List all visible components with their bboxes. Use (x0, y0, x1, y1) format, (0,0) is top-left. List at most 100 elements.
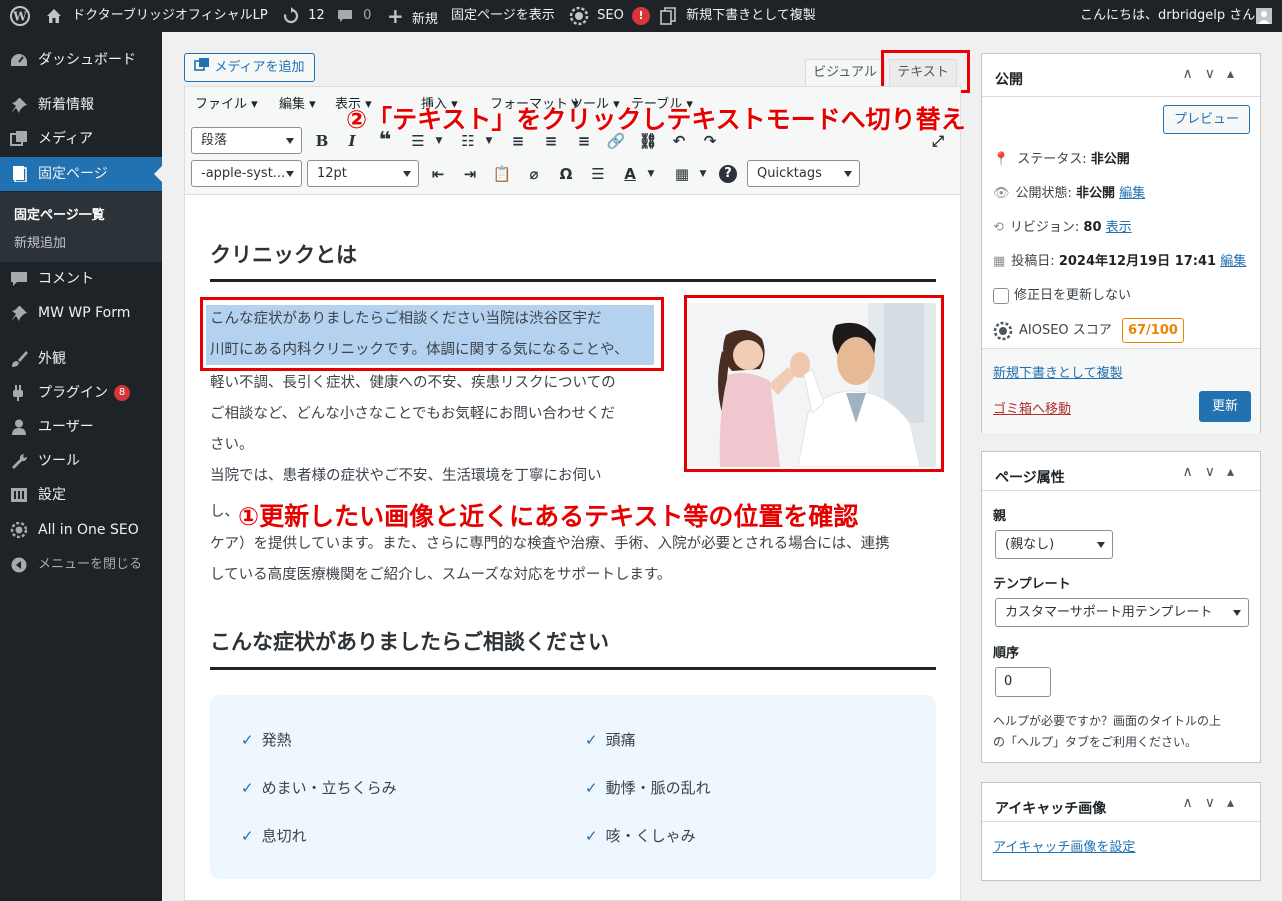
history-icon: ⟲ (993, 220, 1004, 235)
featured-image-panel: アイキャッチ画像 ∧∨▴ アイキャッチ画像を設定 (981, 782, 1261, 881)
status-row: 📍 ステータス: 非公開 (993, 152, 1130, 167)
para-line-8: ケア）を提供しています。また、さらに専門的な検査や治療、手術、入院が必要とされる… (210, 536, 890, 552)
sidebar-item-news[interactable]: 新着情報 (0, 88, 162, 122)
aioseo-icon (993, 321, 1013, 340)
submenu-add-new[interactable]: 新規追加 (14, 232, 66, 251)
menu-file[interactable]: ファイル ▾ (195, 93, 258, 112)
panel-controls-icon[interactable]: ∧∨▴ (1182, 66, 1246, 82)
sidebar-item-tools[interactable]: ツール (0, 444, 162, 478)
order-label: 順序 (993, 646, 1020, 661)
indent-icon[interactable]: ⇥ (460, 164, 480, 184)
user-greeting[interactable]: こんにちは、drbridgelp さん (1080, 0, 1255, 32)
site-name-link[interactable]: ドクターブリッジオフィシャルLP (46, 0, 268, 32)
para-line-4: ご相談など、どんな小さなことでもお気軽にお問い合わせくだ (210, 406, 615, 422)
avatar[interactable] (1256, 8, 1272, 24)
sidebar-item-pages[interactable]: 固定ページ (0, 157, 162, 191)
admin-sidebar: ダッシュボード 新着情報 メディア 固定ページ 固定ページ一覧 新規追加 コメン… (0, 32, 162, 901)
parent-label: 親 (993, 509, 1007, 524)
sidebar-item-media[interactable]: メディア (0, 122, 162, 156)
brush-icon (12, 351, 28, 367)
font-family-select[interactable]: -apple-syst... (191, 160, 302, 187)
page-attributes-panel: ページ属性 ∧∨▴ 親 (親なし) テンプレート カスタマーサポート用テンプレー… (981, 451, 1261, 763)
seo-alert-badge: ! (631, 6, 650, 25)
special-char-icon[interactable]: Ω (556, 164, 576, 184)
text-color-icon[interactable]: A (620, 164, 640, 184)
publish-panel: 公開 ∧∨▴ プレビュー 📍 ステータス: 非公開 👁 公開状態: 非公開 編集 ⟲… (981, 53, 1261, 433)
date-edit-link[interactable]: 編集 (1220, 254, 1246, 269)
sidebar-item-mw-wp-form[interactable]: MW WP Form (0, 296, 162, 330)
symptom-item: ✓ 咳・くしゃみ (585, 827, 696, 845)
check-icon: ✓ (585, 827, 598, 845)
text-color-dropdown-icon[interactable]: ▼ (641, 164, 661, 184)
help-icon[interactable]: ? (719, 165, 737, 183)
sidebar-item-settings[interactable]: 設定 (0, 478, 162, 512)
quicktags-select[interactable]: Quicktags (747, 160, 860, 187)
admin-bar: W ドクターブリッジオフィシャルLP 12 0 + 新規 固定ページを表示 SE… (0, 0, 1282, 32)
image-highlight (684, 295, 944, 472)
menu-edit[interactable]: 編集 ▾ (279, 93, 316, 112)
attributes-title: ページ属性 (995, 470, 1065, 486)
clear-format-icon[interactable]: ⌀ (524, 164, 544, 184)
para-line-7: し、 (210, 504, 239, 520)
svg-text:W: W (12, 9, 27, 23)
font-size-select[interactable]: 12pt (307, 160, 419, 187)
table-icon[interactable]: ▦ (672, 164, 692, 184)
parent-select[interactable]: (親なし) (995, 530, 1113, 559)
aioseo-score-badge[interactable]: 67/100 (1121, 318, 1184, 343)
tab-visual[interactable]: ビジュアル (805, 59, 885, 87)
aioseo-icon (10, 522, 28, 538)
panel-controls-icon[interactable]: ∧∨▴ (1182, 464, 1246, 480)
preview-button[interactable]: プレビュー (1163, 105, 1250, 134)
divider (982, 490, 1260, 491)
horizontal-rule-icon[interactable]: ☰ (588, 164, 608, 184)
table-dropdown-icon[interactable]: ▼ (693, 164, 713, 184)
content-heading-clinic: クリニックとは (210, 243, 357, 267)
updates-link[interactable]: 12 (282, 0, 325, 32)
template-select[interactable]: カスタマーサポート用テンプレート (995, 598, 1249, 627)
update-button[interactable]: 更新 (1199, 391, 1251, 422)
outdent-icon[interactable]: ⇤ (428, 164, 448, 184)
aioseo-icon (569, 6, 589, 25)
add-media-button[interactable]: メディアを追加 (184, 53, 315, 82)
view-page-link[interactable]: 固定ページを表示 (451, 0, 555, 32)
symptom-item: ✓ めまい・立ちくらみ (241, 779, 397, 797)
divider (982, 96, 1260, 97)
no-update-date-checkbox[interactable] (993, 287, 1009, 304)
media-icon (194, 58, 210, 71)
visibility-edit-link[interactable]: 編集 (1119, 186, 1145, 201)
sidebar-item-comments[interactable]: コメント (0, 262, 162, 296)
revision-show-link[interactable]: 表示 (1106, 220, 1132, 235)
duplicate-draft-link[interactable]: 新規下書きとして複製 (993, 362, 1123, 381)
sidebar-item-plugins[interactable]: プラグイン 8 (0, 376, 162, 410)
sidebar-collapse-menu[interactable]: メニューを閉じる (0, 548, 162, 582)
format-select[interactable]: 段落 (191, 127, 302, 154)
sidebar-item-users[interactable]: ユーザー (0, 410, 162, 444)
pin-icon: 📍 (993, 152, 1010, 167)
seo-menu[interactable]: SEO ! (569, 0, 650, 32)
panel-controls-icon[interactable]: ∧∨▴ (1182, 795, 1246, 811)
order-input[interactable]: 0 (995, 667, 1051, 697)
text-highlight (200, 297, 664, 371)
content-heading-symptoms: こんな症状がありましたらご相談ください (210, 630, 609, 654)
template-label: テンプレート (993, 577, 1071, 592)
sidebar-item-appearance[interactable]: 外観 (0, 342, 162, 376)
sidebar-item-all-in-one-seo[interactable]: All in One SEO (0, 513, 162, 547)
new-content-link[interactable]: + 新規 (387, 0, 438, 32)
bold-icon[interactable]: B (312, 131, 332, 151)
sidebar-item-dashboard[interactable]: ダッシュボード (0, 43, 162, 77)
set-featured-image-link[interactable]: アイキャッチ画像を設定 (993, 836, 1135, 855)
page-icon (13, 166, 27, 182)
settings-icon (11, 488, 27, 502)
copy-icon (660, 6, 676, 25)
submenu-all-pages[interactable]: 固定ページ一覧 (14, 204, 105, 223)
move-to-trash-link[interactable]: ゴミ箱へ移動 (993, 398, 1071, 417)
duplicate-draft-link[interactable]: 新規下書きとして複製 (660, 0, 816, 32)
wordpress-logo-icon[interactable]: W (10, 0, 30, 32)
media-icon (10, 131, 27, 146)
refresh-icon (283, 6, 299, 23)
home-icon (47, 8, 61, 23)
divider (982, 821, 1260, 822)
featured-title: アイキャッチ画像 (995, 801, 1107, 817)
paste-text-icon[interactable]: 📋 (492, 164, 512, 184)
comments-link[interactable]: 0 (337, 0, 371, 32)
